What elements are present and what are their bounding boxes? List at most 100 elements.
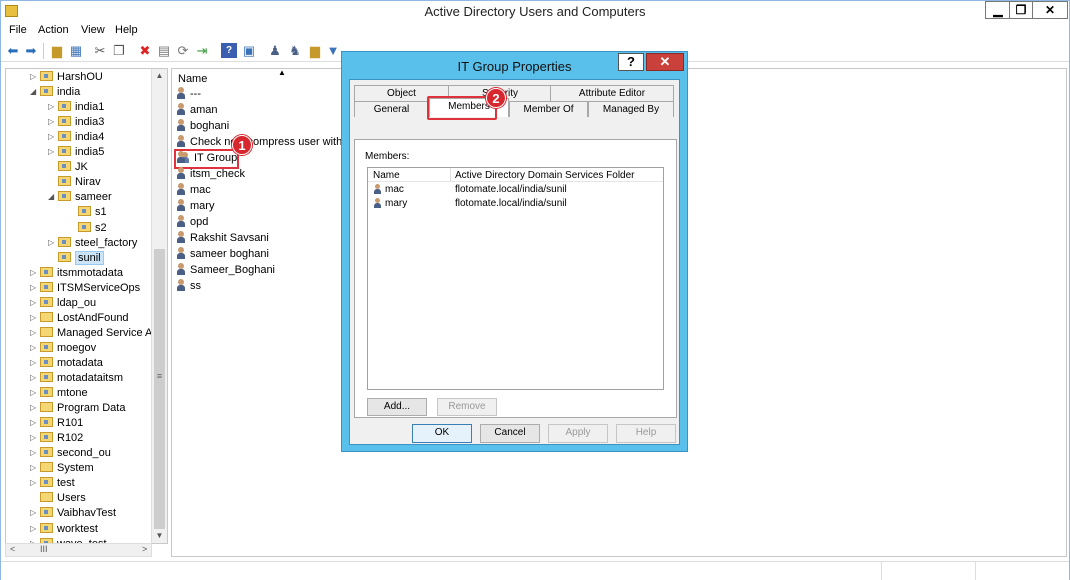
member-row[interactable]: mac flotomate.local/india/sunil [368, 183, 663, 197]
expand-toggle-icon[interactable]: ▷ [30, 448, 40, 457]
expand-toggle-icon[interactable]: ▷ [30, 373, 40, 382]
expand-toggle-icon[interactable]: ▷ [30, 418, 40, 427]
list-item[interactable]: --- [176, 87, 201, 103]
expand-toggle-icon[interactable]: ▷ [30, 508, 40, 517]
tree-node[interactable]: ▷ india4 [48, 131, 104, 146]
help-button[interactable]: Help [616, 424, 676, 443]
expand-toggle-icon[interactable]: ▷ [30, 343, 40, 352]
cancel-button[interactable]: Cancel [480, 424, 540, 443]
scroll-down-arrow[interactable]: ▼ [152, 529, 167, 543]
add-ou-icon[interactable]: ▆ [307, 43, 323, 58]
tree-node[interactable]: ▷ moegov [30, 341, 96, 357]
minimize-button[interactable]: ▁ [985, 1, 1011, 19]
column-folder-header[interactable]: Active Directory Domain Services Folder [455, 170, 635, 181]
copy-icon[interactable]: ❐ [111, 43, 127, 58]
list-item-group[interactable]: IT Group [173, 149, 240, 169]
expand-toggle-icon[interactable]: ▷ [30, 388, 40, 397]
close-button[interactable]: ✕ [1032, 1, 1068, 19]
tree-node[interactable]: Nirav [48, 176, 101, 191]
tree-node[interactable]: ▷ motadataitsm [30, 372, 123, 387]
tree-node[interactable]: ▷ india1 [48, 101, 104, 116]
list-item[interactable]: Sameer_Boghani [176, 263, 275, 279]
apply-button[interactable]: Apply [548, 424, 608, 443]
expand-toggle-icon[interactable]: ▷ [30, 478, 40, 487]
expand-toggle-icon[interactable]: ▷ [30, 268, 40, 277]
add-user-icon[interactable]: ♟ [267, 43, 283, 58]
menu-view[interactable]: View [81, 24, 105, 36]
tab-general[interactable]: General [354, 101, 429, 117]
help-icon[interactable]: ? [221, 43, 237, 58]
expand-toggle-icon[interactable]: ▷ [30, 283, 40, 292]
list-item[interactable]: Check new compress user with zip [176, 135, 359, 151]
tree-node[interactable]: s1 [68, 206, 107, 221]
view-icon[interactable]: ▣ [241, 43, 257, 58]
tree-node[interactable]: ▷ LostAndFound [30, 311, 129, 327]
expand-toggle-icon[interactable]: ◢ [48, 192, 58, 201]
scroll-left-arrow[interactable]: < [10, 544, 15, 554]
filter-icon[interactable]: ▼ [325, 43, 341, 58]
expand-toggle-icon[interactable]: ▷ [30, 358, 40, 367]
dialog-close-button[interactable]: ✕ [646, 53, 684, 71]
list-item[interactable]: mary [176, 199, 214, 215]
tree-node[interactable]: ▷ india5 [48, 146, 104, 161]
expand-toggle-icon[interactable]: ▷ [30, 298, 40, 307]
properties-icon[interactable]: ▤ [156, 43, 172, 58]
up-folder-icon[interactable]: ▆ [49, 43, 65, 58]
tree-node[interactable]: ◢ india [30, 86, 80, 101]
tree-node[interactable]: ▷ Managed Service Acc [30, 326, 163, 342]
list-item[interactable]: Rakshit Savsani [176, 231, 269, 247]
tab-attribute-editor[interactable]: Attribute Editor [550, 85, 674, 101]
cut-icon[interactable]: ✂ [92, 43, 108, 58]
expand-toggle-icon[interactable]: ▷ [30, 524, 40, 533]
expand-toggle-icon[interactable]: ▷ [30, 463, 40, 472]
list-header-name[interactable]: Name ▲ [172, 68, 342, 87]
expand-toggle-icon[interactable]: ▷ [48, 102, 58, 111]
scroll-thumb[interactable] [154, 249, 165, 529]
scroll-right-arrow[interactable]: > [142, 544, 147, 554]
tree-node[interactable]: ▷ HarshOU [30, 71, 103, 86]
expand-toggle-icon[interactable]: ▷ [30, 72, 40, 81]
tree-node[interactable]: ▷ second_ou [30, 447, 111, 462]
tree-node[interactable]: ▷ ldap_ou [30, 296, 96, 312]
expand-toggle-icon[interactable]: ▷ [48, 132, 58, 141]
delete-icon[interactable]: ✖ [137, 43, 153, 58]
tree-node[interactable]: ▷ itsmmotadata [30, 266, 123, 282]
tree-node[interactable]: ▷ india3 [48, 116, 104, 131]
remove-member-button[interactable]: Remove [437, 398, 497, 416]
tree-node[interactable]: ▷ steel_factory [48, 236, 137, 252]
tree-node[interactable]: ▷ worktest [30, 522, 98, 538]
export-icon[interactable]: ⇥ [194, 43, 210, 58]
add-member-button[interactable]: Add... [367, 398, 427, 416]
tree-node[interactable]: ◢ sameer [48, 191, 112, 206]
tree-node[interactable]: ▷ System [30, 462, 94, 477]
scroll-h-thumb[interactable]: III [40, 544, 48, 554]
expand-toggle-icon[interactable]: ▷ [48, 147, 58, 156]
menu-help[interactable]: Help [115, 24, 138, 36]
expand-toggle-icon[interactable]: ▷ [48, 238, 58, 247]
list-item[interactable]: itsm_check [176, 167, 245, 183]
tree-horizontal-scrollbar[interactable]: < III > [5, 543, 152, 557]
refresh-icon[interactable]: ⟳ [175, 43, 191, 58]
tree-node[interactable]: ▷ VaibhavTest [30, 507, 116, 522]
ok-button[interactable]: OK [412, 424, 472, 443]
tree-node[interactable]: ▷ test [30, 477, 75, 492]
expand-toggle-icon[interactable]: ▷ [48, 117, 58, 126]
list-item[interactable]: mac [176, 183, 211, 199]
list-item[interactable]: boghani [176, 119, 229, 135]
tree-node[interactable]: ▷ ITSMServiceOps [30, 281, 140, 297]
add-group-icon[interactable]: ♞ [287, 43, 303, 58]
column-divider[interactable] [450, 168, 451, 182]
menu-file[interactable]: File [9, 24, 27, 36]
tree-node[interactable]: ▷ R101 [30, 417, 83, 432]
tree-vertical-scrollbar[interactable]: ▲ ≡ ▼ [151, 69, 167, 543]
menu-action[interactable]: Action [38, 24, 69, 36]
dialog-help-button[interactable]: ? [618, 53, 644, 71]
expand-toggle-icon[interactable]: ▷ [30, 403, 40, 412]
expand-toggle-icon[interactable]: ▷ [30, 328, 40, 337]
expand-toggle-icon[interactable]: ◢ [30, 87, 40, 96]
tree-node[interactable]: ▷ R102 [30, 432, 83, 447]
members-list[interactable]: Name Active Directory Domain Services Fo… [367, 167, 664, 390]
list-item[interactable]: aman [176, 103, 218, 119]
console-tree-icon[interactable]: ▦ [68, 43, 84, 58]
list-item[interactable]: ss [176, 279, 201, 295]
